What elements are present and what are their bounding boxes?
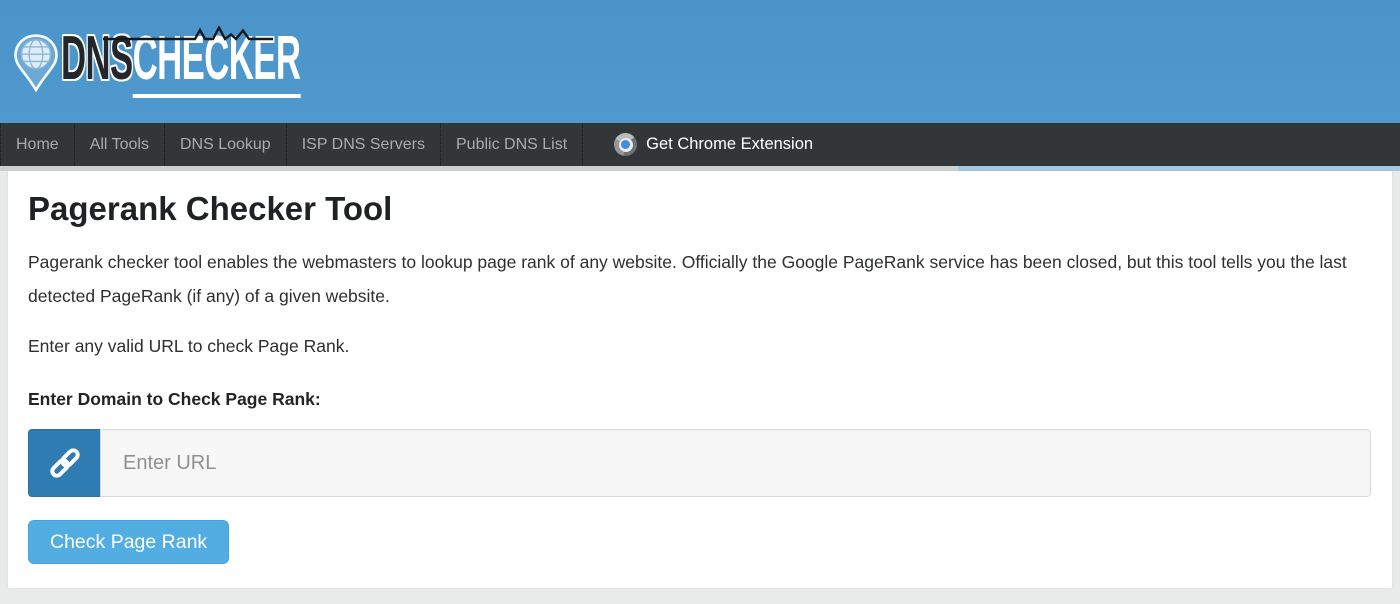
location-pin-globe-icon — [13, 34, 59, 92]
domain-input-label: Enter Domain to Check Page Rank: — [28, 389, 1371, 410]
nav-item-dns-lookup[interactable]: DNS Lookup — [165, 123, 287, 166]
nav-item-home[interactable]: Home — [1, 123, 75, 166]
chrome-extension-label: Get Chrome Extension — [646, 135, 813, 154]
nav-item-all-tools[interactable]: All Tools — [75, 123, 165, 166]
site-header: DNSCHECKER — [0, 0, 1400, 123]
main-nav: Home All Tools DNS Lookup ISP DNS Server… — [0, 123, 1400, 166]
intro-paragraph: Pagerank checker tool enables the webmas… — [28, 245, 1371, 313]
site-logo[interactable]: DNSCHECKER — [13, 30, 489, 92]
instruction-paragraph: Enter any valid URL to check Page Rank. — [28, 329, 1371, 363]
chrome-icon — [614, 133, 637, 156]
nav-item-get-chrome-extension[interactable]: Get Chrome Extension — [602, 123, 825, 166]
check-page-rank-button[interactable]: Check Page Rank — [28, 520, 229, 564]
nav-item-public-dns-list[interactable]: Public DNS List — [441, 123, 583, 166]
page-title: Pagerank Checker Tool — [28, 171, 1371, 228]
nav-item-isp-dns-servers[interactable]: ISP DNS Servers — [287, 123, 441, 166]
input-addon — [28, 429, 100, 497]
heartbeat-line-icon — [103, 26, 273, 42]
link-icon — [47, 445, 83, 481]
content-card: Pagerank Checker Tool Pagerank checker t… — [8, 171, 1392, 588]
url-input-group — [28, 429, 1371, 497]
url-input[interactable] — [100, 429, 1371, 497]
